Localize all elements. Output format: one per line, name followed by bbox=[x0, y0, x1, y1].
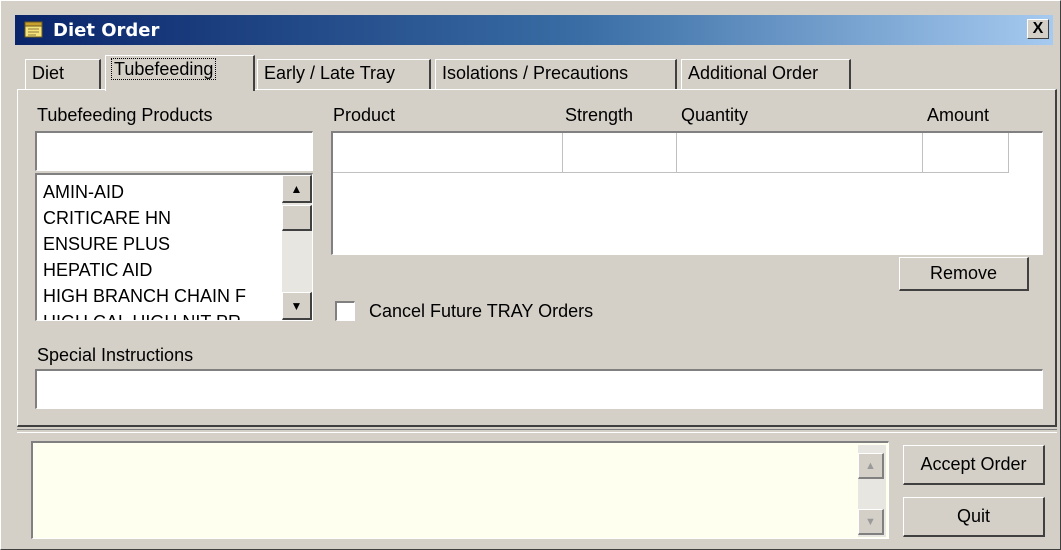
grid-cell-product[interactable] bbox=[333, 133, 563, 173]
scroll-thumb[interactable] bbox=[282, 205, 312, 231]
tab-early-late-tray-label: Early / Late Tray bbox=[264, 63, 396, 83]
list-item[interactable]: HEPATIC AID bbox=[43, 257, 283, 283]
column-header-strength: Strength bbox=[565, 105, 634, 125]
memo-scroll-up-button[interactable]: ▲ bbox=[858, 453, 884, 479]
list-item[interactable]: AMIN-AID bbox=[43, 179, 283, 205]
grid-cell-amount[interactable] bbox=[923, 133, 1009, 173]
products-list: AMIN-AID CRITICARE HN ENSURE PLUS HEPATI… bbox=[43, 179, 283, 320]
products-scrollbar[interactable]: ▲ ▼ bbox=[282, 175, 312, 320]
list-item[interactable]: HIGH BRANCH CHAIN F bbox=[43, 283, 283, 309]
list-item[interactable]: CRITICARE HN bbox=[43, 205, 283, 231]
arrow-up-icon: ▲ bbox=[290, 181, 303, 196]
arrow-up-icon: ▲ bbox=[865, 459, 876, 472]
column-header-quantity: Quantity bbox=[681, 105, 749, 125]
column-header-product: Product bbox=[333, 105, 396, 125]
special-instructions-label: Special Instructions bbox=[37, 345, 194, 365]
close-button[interactable]: X bbox=[1027, 19, 1049, 39]
tab-isolations-precautions-label: Isolations / Precautions bbox=[442, 63, 629, 83]
tab-tubefeeding-label: Tubefeeding bbox=[110, 58, 217, 80]
order-summary-memo[interactable]: ▲ ▼ bbox=[31, 441, 889, 539]
window-title: Diet Order bbox=[53, 20, 160, 41]
quit-label: Quit bbox=[956, 506, 990, 526]
tab-isolations-precautions[interactable]: Isolations / Precautions bbox=[435, 59, 677, 89]
tab-early-late-tray[interactable]: Early / Late Tray bbox=[257, 59, 431, 89]
product-search-input[interactable] bbox=[35, 131, 313, 171]
divider bbox=[17, 429, 1057, 433]
memo-scrollbar[interactable]: ▲ ▼ bbox=[858, 445, 886, 537]
cancel-future-tray-checkbox[interactable] bbox=[335, 301, 355, 321]
column-header-amount: Amount bbox=[927, 105, 990, 125]
memo-scroll-down-button[interactable]: ▼ bbox=[858, 509, 884, 535]
tab-diet[interactable]: Diet bbox=[25, 59, 101, 89]
scroll-up-button[interactable]: ▲ bbox=[282, 175, 312, 203]
remove-button[interactable]: Remove bbox=[899, 257, 1029, 291]
accept-order-button[interactable]: Accept Order bbox=[903, 445, 1045, 485]
cancel-future-tray-label: Cancel Future TRAY Orders bbox=[369, 301, 594, 321]
grid-cell-quantity[interactable] bbox=[677, 133, 923, 173]
notepad-icon bbox=[24, 21, 43, 38]
arrow-down-icon: ▼ bbox=[865, 515, 876, 528]
tab-diet-label: Diet bbox=[32, 63, 65, 83]
tab-tubefeeding[interactable]: Tubefeeding bbox=[105, 55, 255, 91]
tab-additional-order[interactable]: Additional Order bbox=[681, 59, 851, 89]
product-order-grid[interactable] bbox=[331, 131, 1043, 255]
list-item[interactable]: ENSURE PLUS bbox=[43, 231, 283, 257]
remove-button-label: Remove bbox=[929, 263, 998, 283]
tubefeeding-products-label: Tubefeeding Products bbox=[37, 105, 213, 125]
products-listbox[interactable]: AMIN-AID CRITICARE HN ENSURE PLUS HEPATI… bbox=[35, 173, 313, 321]
special-instructions-input[interactable] bbox=[35, 369, 1043, 409]
title-bar[interactable]: Diet Order X bbox=[15, 15, 1053, 45]
close-icon: X bbox=[1032, 20, 1044, 37]
accept-order-label: Accept Order bbox=[920, 454, 1027, 474]
grid-cell-strength[interactable] bbox=[563, 133, 677, 173]
list-item[interactable]: HIGH CAL HIGH NIT PR bbox=[43, 309, 283, 320]
quit-button[interactable]: Quit bbox=[903, 497, 1045, 537]
scroll-down-button[interactable]: ▼ bbox=[282, 292, 312, 320]
tab-additional-order-label: Additional Order bbox=[688, 63, 819, 83]
arrow-down-icon: ▼ bbox=[290, 298, 303, 313]
diet-order-window: Diet Order X Diet Tubefeeding Early / La… bbox=[0, 0, 1061, 550]
